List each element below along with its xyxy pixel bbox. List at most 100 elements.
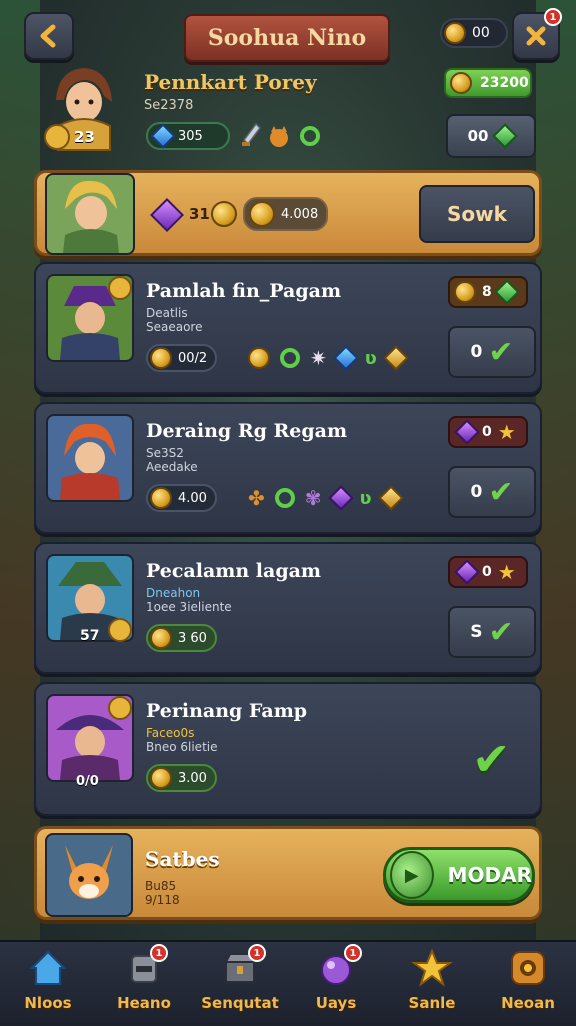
bottom-nav: Nloos 1 Heano 1 Senqutat 1 Uays Sanle Ne… [0,940,576,1026]
ring-icon [280,348,300,368]
hero-portrait-icon [63,180,119,253]
sword-icon [242,122,261,146]
quest-title: Perinang Famp [146,700,308,722]
level-badge [44,124,70,150]
quest-reward-pill: 0 ★ [448,556,528,588]
quest-check-value: S [470,622,483,642]
close-icon [526,26,546,46]
topaz-icon [383,345,409,371]
home-icon [28,948,68,988]
level-badge [108,618,132,642]
coin-icon [150,627,172,649]
nav-item-heroes[interactable]: 1 Heano [96,942,192,1026]
coin-counter-value: 00 [472,25,490,41]
coin-icon [211,201,237,227]
quest-reward-pill: 8 [448,276,528,308]
quest-coin-value: 00/2 [178,350,208,366]
featured-portrait [45,173,135,255]
quest-complete-button[interactable]: S ✔ [448,606,536,658]
quest-coin-value: 3 60 [178,630,207,646]
checkmark-icon: ✔ [488,614,514,650]
coin-counter: 00 [440,18,508,48]
quest-reward-value: 8 [482,284,492,300]
quest-subtitle: Dneahon 1oee 3ieliente [146,586,232,614]
nav-label: Senqutat [201,994,279,1012]
settings-icon [508,948,548,988]
quest-subtitle: Se3S2 Aeedake [146,446,198,474]
amethyst-icon [454,419,480,445]
status-card: Satbes Bu85 9/118 ▶ MODAR [34,826,542,920]
quest-subtitle-line2: Aeedake [146,460,198,474]
sprout-icon: ʋ [359,487,372,509]
quest-reward-icons: ✷ ʋ [248,345,409,371]
quest-card[interactable]: 0/0 Perinang Famp Faceo0s Bneo 6lietie 3… [34,682,542,816]
star-icon: ★ [497,420,516,444]
profile-level: 23 [74,128,95,146]
quest-subtitle-line1: Deatlis [146,306,188,320]
jungle-right-decor [536,0,576,1024]
quest-coin-stat: 3 60 [146,624,217,652]
claim-button[interactable]: 00 [446,114,536,158]
quest-reward-icons: ✤ ✾ ʋ [248,485,404,511]
modar-button-label: MODAR [447,863,532,887]
quest-card[interactable]: 57 Pecalamn lagam Dneahon 1oee 3ieliente… [34,542,542,674]
notification-badge: 1 [344,944,362,962]
coin-icon [444,22,466,44]
featured-coin-stat: 4.008 [243,197,329,231]
coin-icon [150,767,172,789]
featured-action-button[interactable]: Sowk [419,185,535,243]
coin-icon [150,487,172,509]
quest-reward-pill: 0 ★ [448,416,528,448]
back-button[interactable] [24,12,74,60]
status-sub1: Bu85 [145,879,177,893]
nav-label: Neoan [501,994,555,1012]
chevron-left-icon [40,24,56,48]
quest-card[interactable]: Deraing Rg Regam Se3S2 Aeedake 4.00 ✤ ✾ … [34,402,542,534]
modar-button[interactable]: ▶ MODAR [383,847,535,903]
bank-counter: 23200 [444,68,532,98]
quest-complete-button[interactable]: 0 ✔ [448,466,536,518]
checkmark-icon: ✔ [488,474,514,510]
flower-icon: ✾ [304,486,322,510]
quest-subtitle-line2: 1oee 3ieliente [146,600,232,614]
quest-card[interactable]: Pamlah fin_Pagam Deatlis Seaeaore 00/2 ✷… [34,262,542,394]
quest-title: Pecalamn lagam [146,560,322,582]
nav-item-settings[interactable]: Neoan [480,942,576,1026]
quest-coin-value: 4.00 [178,490,207,506]
quest-coin-value: 3.00 [178,770,207,786]
close-button[interactable]: 1 [512,8,562,60]
fox-icon [65,845,113,899]
quest-coin-stat: 00/2 [146,344,218,372]
level-badge [108,276,132,300]
quest-subtitle-line1: Dneahon [146,586,201,600]
quest-portrait [46,414,134,502]
nav-label: Uays [315,994,357,1012]
quest-level: 57 [80,628,100,644]
status-sub2: 9/118 [145,893,180,907]
bank-counter-value: 23200 [480,75,529,91]
claim-button-value: 00 [467,127,489,145]
quest-complete-button[interactable]: 0 ✔ [448,326,536,378]
pet-icon [270,126,288,147]
notification-badge: 1 [150,944,168,962]
quest-title: Pamlah fin_Pagam [146,280,342,302]
coin-icon [454,281,476,303]
level-badge [108,696,132,720]
play-icon: ▶ [390,851,434,899]
quest-reward-value: 0 [482,564,492,580]
coin-icon [249,201,275,227]
quest-subtitle-line1: Se3S2 [146,446,184,460]
gem-icon [333,345,359,371]
profile-avatar[interactable]: 23 [38,60,130,152]
nav-label: Nloos [24,994,72,1012]
nav-item-days[interactable]: 1 Uays [288,942,384,1026]
nav-item-home[interactable]: Nloos [0,942,96,1026]
quest-coin-stat: 3.00 [146,764,217,792]
quest-subtitle-line2: Bneo 6lietie [146,740,218,754]
nav-item-chest[interactable]: 1 Senqutat [192,942,288,1026]
clover-icon: ʋ [364,347,377,369]
quest-subtitle-line2: Seaeaore [146,320,203,334]
nav-item-sale[interactable]: Sanle [384,942,480,1026]
quest-subtitle: Deatlis Seaeaore [146,306,202,334]
gem-counter: 305 [146,122,230,150]
